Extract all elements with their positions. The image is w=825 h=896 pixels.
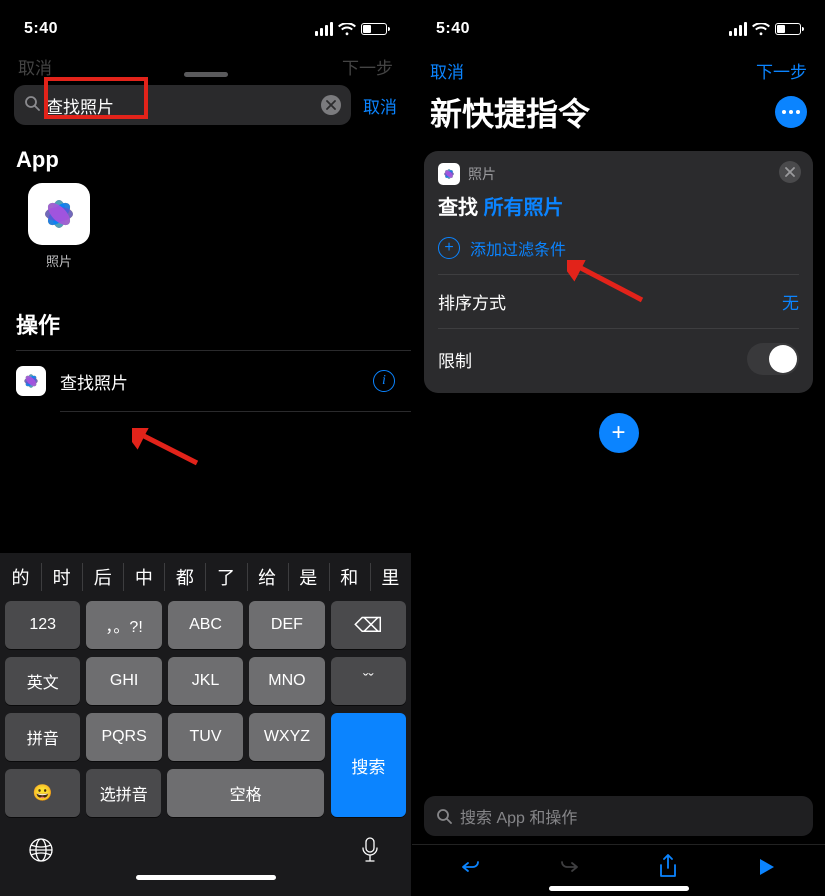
search-actions-input[interactable]: 搜索 App 和操作 <box>424 796 813 836</box>
prediction-key[interactable]: 给 <box>247 553 288 601</box>
page-title: 新快捷指令 <box>430 89 590 135</box>
info-button[interactable]: i <box>373 370 395 392</box>
more-button[interactable] <box>775 96 807 128</box>
wifi-icon <box>338 23 356 36</box>
home-indicator[interactable] <box>549 886 689 891</box>
nav-cancel-button[interactable]: 取消 <box>430 58 464 83</box>
key-space[interactable]: 空格 <box>167 769 323 817</box>
search-icon <box>24 95 40 116</box>
key-abc[interactable]: ABC <box>168 601 243 649</box>
battery-icon <box>775 23 801 35</box>
clock: 5:40 <box>24 20 58 38</box>
undo-button[interactable] <box>457 853 485 881</box>
search-icon <box>436 808 452 824</box>
key-select-pinyin[interactable]: 选拼音 <box>86 769 161 817</box>
add-action-fab[interactable]: + <box>599 413 639 453</box>
annotation-arrow <box>132 428 202 468</box>
wifi-icon <box>752 23 770 36</box>
key-ghi[interactable]: GHI <box>86 657 161 705</box>
key-backspace[interactable]: ⌫ <box>331 601 406 649</box>
keyboard[interactable]: 的 时 后 中 都 了 给 是 和 里 123 ，。?! ABC DEF ⌫ 英… <box>0 553 411 896</box>
prediction-key[interactable]: 中 <box>123 553 164 601</box>
globe-key[interactable] <box>26 835 56 865</box>
cancel-button[interactable]: 取消 <box>363 93 397 118</box>
key-english[interactable]: 英文 <box>5 657 80 705</box>
key-pinyin[interactable]: 拼音 <box>5 713 80 761</box>
prediction-key[interactable]: 的 <box>0 553 41 601</box>
all-photos-param[interactable]: 所有照片 <box>484 197 564 219</box>
limit-toggle[interactable] <box>747 343 799 375</box>
key-emoji[interactable]: 😀 <box>5 769 80 817</box>
status-icons <box>315 22 387 36</box>
key-def[interactable]: DEF <box>249 601 324 649</box>
limit-row: 限制 <box>438 329 799 389</box>
key-punct[interactable]: ，。?! <box>86 601 161 649</box>
redo-button[interactable] <box>555 853 583 881</box>
signal-icon <box>729 22 747 36</box>
photos-icon <box>438 163 460 185</box>
status-icons <box>729 22 801 36</box>
signal-icon <box>315 22 333 36</box>
key-pqrs[interactable]: PQRS <box>86 713 161 761</box>
key-wxyz[interactable]: WXYZ <box>249 713 324 761</box>
run-button[interactable] <box>752 853 780 881</box>
sort-value[interactable]: 无 <box>782 289 799 314</box>
prediction-bar[interactable]: 的 时 后 中 都 了 给 是 和 里 <box>0 553 411 601</box>
prediction-key[interactable]: 是 <box>288 553 329 601</box>
search-input[interactable]: 查找照片 <box>14 85 351 125</box>
background-header: 取消下一步 <box>0 44 411 66</box>
key-mno[interactable]: MNO <box>249 657 324 705</box>
prediction-key[interactable]: 都 <box>164 553 205 601</box>
card-close-button[interactable] <box>779 161 801 183</box>
key-tuv[interactable]: TUV <box>168 713 243 761</box>
sheet-handle[interactable] <box>184 72 228 77</box>
key-123[interactable]: 123 <box>5 601 80 649</box>
section-heading-app: App <box>0 135 411 183</box>
clock: 5:40 <box>436 20 470 38</box>
app-tile-label: 照片 <box>28 251 90 270</box>
photos-icon <box>16 366 46 396</box>
home-indicator[interactable] <box>136 875 276 880</box>
prediction-key[interactable]: 和 <box>329 553 370 601</box>
key-jkl[interactable]: JKL <box>168 657 243 705</box>
photos-icon <box>28 183 90 245</box>
dictation-key[interactable] <box>355 835 385 865</box>
battery-icon <box>361 23 387 35</box>
clear-search-button[interactable] <box>321 95 341 115</box>
key-reexpand[interactable]: ˇˇ <box>331 657 406 705</box>
prediction-key[interactable]: 时 <box>41 553 82 601</box>
status-bar: 5:40 <box>412 0 825 44</box>
nav-next-button[interactable]: 下一步 <box>756 58 807 83</box>
section-heading-actions: 操作 <box>0 296 411 350</box>
app-tile-photos[interactable]: 照片 <box>0 183 411 270</box>
status-bar: 5:40 <box>0 0 411 44</box>
card-title: 查找 所有照片 <box>438 191 799 220</box>
share-button[interactable] <box>654 853 682 881</box>
action-label: 查找照片 <box>60 369 128 394</box>
card-app-label: 照片 <box>468 164 496 184</box>
plus-icon: + <box>438 237 460 259</box>
annotation-arrow <box>567 260 647 305</box>
prediction-key[interactable]: 后 <box>82 553 123 601</box>
prediction-key[interactable]: 里 <box>370 553 411 601</box>
prediction-key[interactable]: 了 <box>205 553 246 601</box>
action-find-photos[interactable]: 查找照片 i <box>0 351 411 411</box>
